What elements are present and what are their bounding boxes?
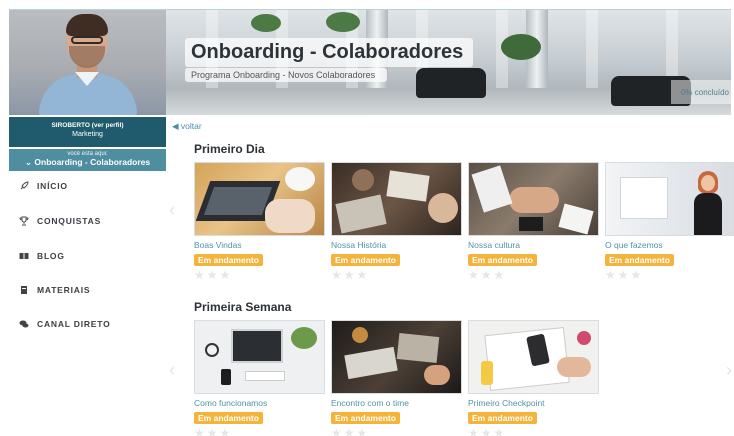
card-title[interactable]: O que fazemos xyxy=(605,240,734,250)
program-title-box: Onboarding - Colaboradores xyxy=(185,38,474,67)
progress-label: 0% concluído xyxy=(680,88,729,97)
status-badge: Em andamento xyxy=(194,412,263,424)
program-header: Onboarding - Colaboradores Programa Onbo… xyxy=(9,9,731,115)
status-badge: Em andamento xyxy=(468,254,537,266)
rating-stars: ★★★ xyxy=(468,426,507,436)
sidebar-item-conquistas[interactable]: CONQUISTAS xyxy=(19,213,101,229)
card-thumbnail[interactable] xyxy=(605,162,734,236)
back-link[interactable]: ◀ voltar xyxy=(172,121,202,132)
card-thumbnail[interactable] xyxy=(331,162,462,236)
card-title[interactable]: Primeiro Checkpoint xyxy=(468,398,599,408)
card-thumbnail[interactable] xyxy=(468,162,599,236)
course-card[interactable]: Como funcionamos Em andamento ★★★ xyxy=(194,320,325,436)
sidebar-item-label: CONQUISTAS xyxy=(37,216,102,226)
rating-stars: ★★★ xyxy=(331,426,370,436)
sidebar-item-label: BLOG xyxy=(37,251,65,261)
course-card[interactable]: Boas Vindas Em andamento ★★★ xyxy=(194,162,325,282)
location-box[interactable]: você está aqui: ⌄ Onboarding - Colaborad… xyxy=(9,149,166,171)
avatar[interactable] xyxy=(9,10,166,115)
carousel-next-arrow[interactable]: › xyxy=(726,360,732,381)
user-role: Marketing xyxy=(72,131,103,138)
sidebar-item-materiais[interactable]: MATERIAIS xyxy=(19,282,90,298)
card-thumbnail[interactable] xyxy=(331,320,462,394)
card-thumbnail[interactable] xyxy=(194,320,325,394)
chevron-down-icon: ⌄ xyxy=(24,157,33,167)
course-card[interactable]: Nossa cultura Em andamento ★★★ xyxy=(468,162,599,282)
book-icon xyxy=(19,251,29,261)
card-title[interactable]: Nossa História xyxy=(331,240,462,250)
page-subtitle: Programa Onboarding - Novos Colaboradore… xyxy=(185,68,388,82)
card-title[interactable]: Como funcionamos xyxy=(194,398,325,408)
rocket-icon xyxy=(19,181,29,191)
sidebar-item-canal-direto[interactable]: CANAL DIRETO xyxy=(19,316,111,332)
cover-image: Onboarding - Colaboradores Programa Onbo… xyxy=(166,10,731,115)
location-current[interactable]: ⌄ Onboarding - Colaboradores xyxy=(9,157,166,168)
location-current-label: Onboarding - Colaboradores xyxy=(34,157,151,167)
rating-stars: ★★★ xyxy=(468,268,507,282)
course-card[interactable]: Encontro com o time Em andamento ★★★ xyxy=(331,320,462,436)
sidebar-item-inicio[interactable]: INÍCIO xyxy=(19,178,68,194)
rating-stars: ★★★ xyxy=(194,268,233,282)
page-title: Onboarding - Colaboradores xyxy=(191,41,464,63)
status-badge: Em andamento xyxy=(331,412,400,424)
location-label: você está aqui: xyxy=(67,151,108,157)
card-title[interactable]: Boas Vindas xyxy=(194,240,325,250)
status-badge: Em andamento xyxy=(194,254,263,266)
course-card[interactable]: O que fazemos Em andamento ★★★ xyxy=(605,162,734,282)
status-badge: Em andamento xyxy=(331,254,400,266)
sidebar-item-blog[interactable]: BLOG xyxy=(19,248,65,264)
section-title: Primeiro Dia xyxy=(194,142,265,156)
card-thumbnail[interactable] xyxy=(194,162,325,236)
status-badge: Em andamento xyxy=(605,254,674,266)
status-badge: Em andamento xyxy=(468,412,537,424)
rating-stars: ★★★ xyxy=(605,268,644,282)
carousel-prev-arrow[interactable]: ‹ xyxy=(169,200,175,221)
card-thumbnail[interactable] xyxy=(468,320,599,394)
trophy-icon xyxy=(19,216,29,226)
card-title[interactable]: Encontro com o time xyxy=(331,398,462,408)
rating-stars: ★★★ xyxy=(194,426,233,436)
user-profile-box[interactable]: SIROBERTO (ver perfil) Marketing xyxy=(9,117,166,147)
sidebar-item-label: CANAL DIRETO xyxy=(37,319,111,329)
rating-stars: ★★★ xyxy=(331,268,370,282)
notebook-icon xyxy=(19,285,29,295)
carousel-prev-arrow[interactable]: ‹ xyxy=(169,360,175,381)
course-card[interactable]: Nossa História Em andamento ★★★ xyxy=(331,162,462,282)
card-title[interactable]: Nossa cultura xyxy=(468,240,599,250)
section-title: Primeira Semana xyxy=(194,300,292,314)
sidebar-item-label: INÍCIO xyxy=(37,181,68,191)
user-name[interactable]: SIROBERTO (ver perfil) xyxy=(9,122,166,129)
sidebar-item-label: MATERIAIS xyxy=(37,285,91,295)
chat-icon xyxy=(19,319,29,329)
course-card[interactable]: Primeiro Checkpoint Em andamento ★★★ xyxy=(468,320,599,436)
